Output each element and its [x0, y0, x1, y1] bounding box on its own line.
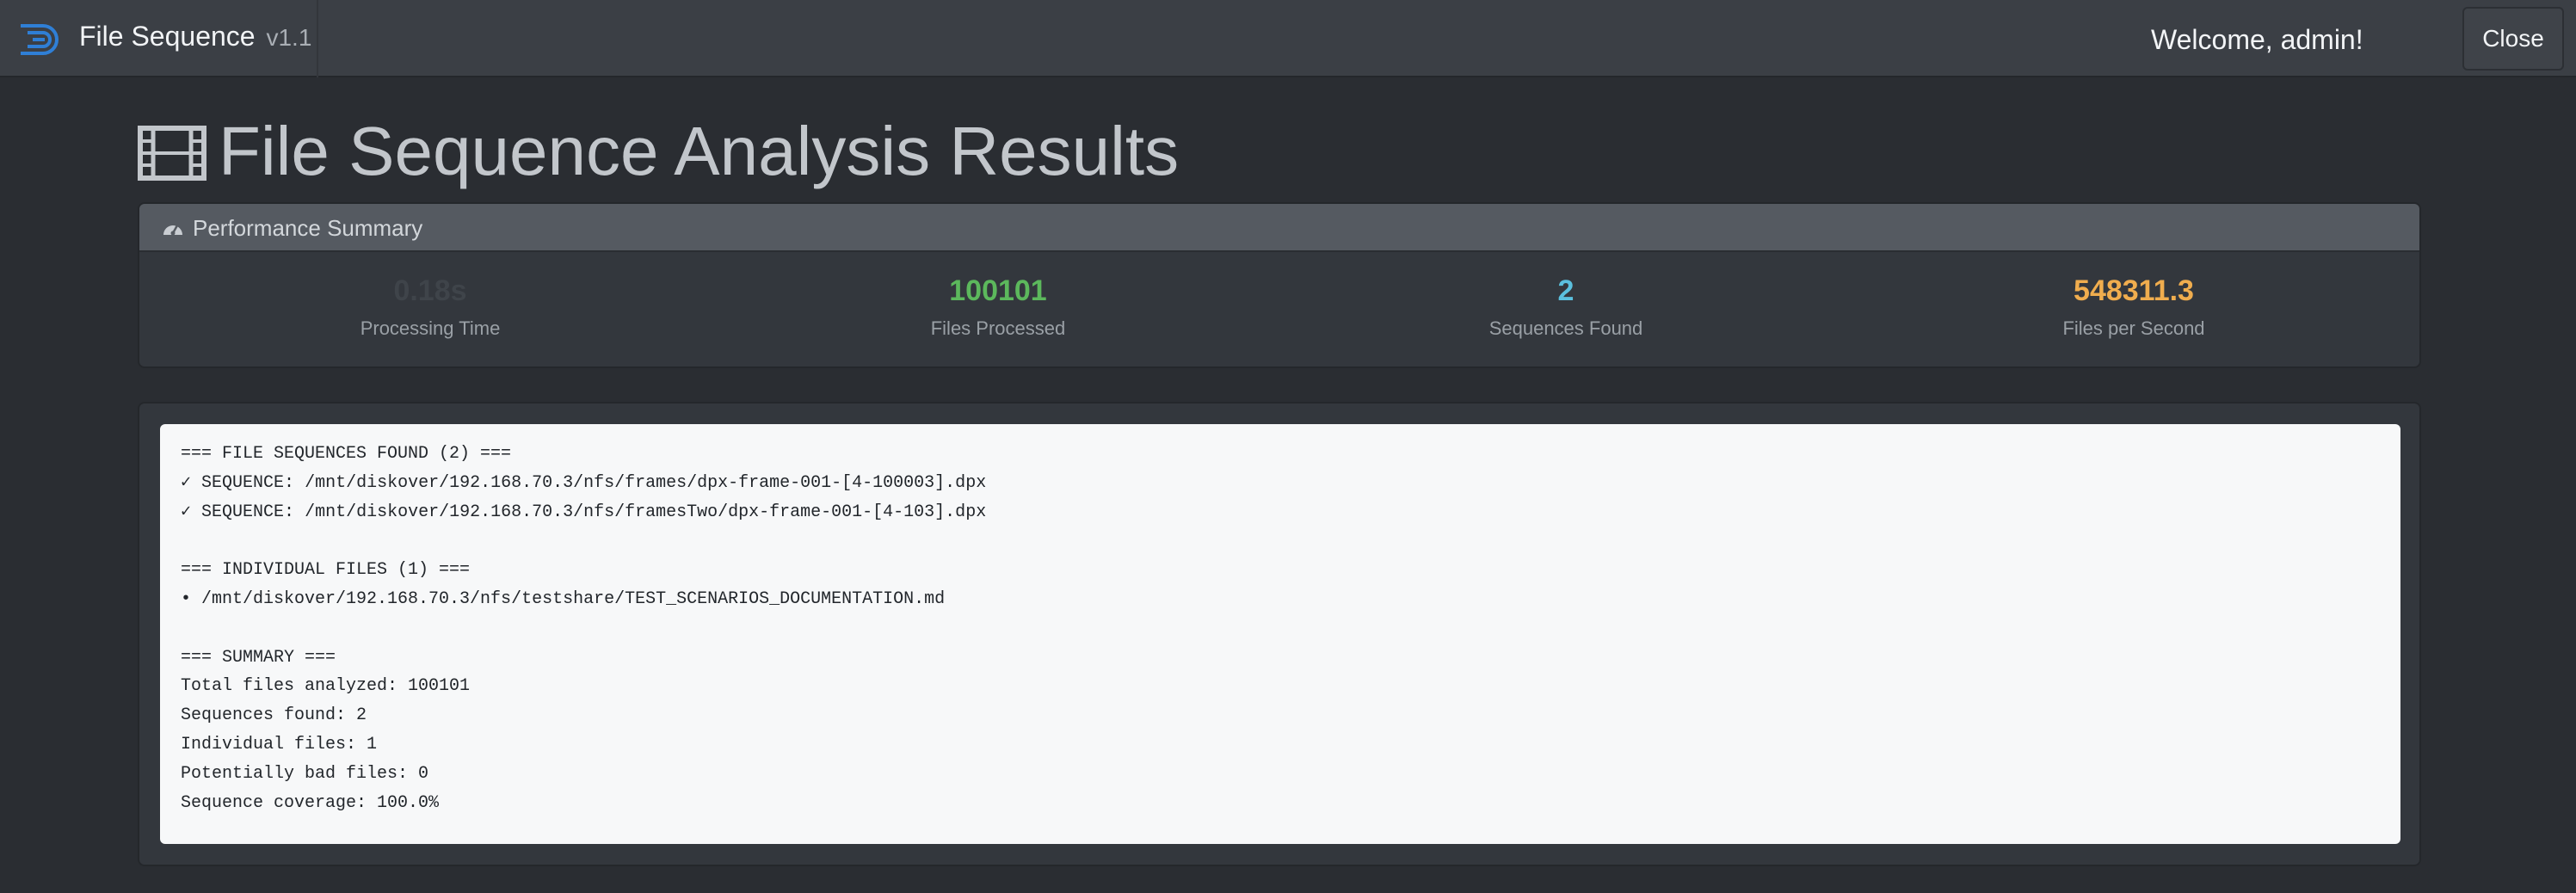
stat-value: 548311.3	[2074, 274, 2194, 307]
stat-files-processed: 100101 Files Processed	[826, 273, 1170, 340]
result-line: Individual files: 1	[181, 734, 378, 754]
stat-label: Sequences Found	[1488, 317, 1643, 339]
performance-summary-header: Performance Summary	[139, 204, 2419, 252]
performance-summary-title: Performance Summary	[193, 215, 423, 241]
brand[interactable]: File Sequence v1.1	[0, 0, 318, 77]
result-line: === INDIVIDUAL FILES (1) ===	[181, 560, 471, 581]
result-line: Sequence coverage: 100.0%	[181, 792, 440, 813]
stat-sequences-found: 2 Sequences Found	[1394, 273, 1738, 340]
stat-value: 2	[1557, 274, 1575, 307]
close-button[interactable]: Close	[2462, 7, 2564, 71]
stat-value: 100101	[949, 274, 1047, 307]
result-line: ✓ SEQUENCE: /mnt/diskover/192.168.70.3/n…	[181, 472, 987, 493]
result-line: === SUMMARY ===	[181, 647, 336, 668]
stat-value: 0.18s	[393, 274, 467, 307]
result-line: === FILE SEQUENCES FOUND (2) ===	[181, 444, 512, 464]
results-card: === FILE SEQUENCES FOUND (2) === ✓ SEQUE…	[138, 402, 2421, 866]
brand-title: File Sequence	[79, 21, 256, 52]
result-line: Potentially bad files: 0	[181, 763, 429, 784]
page-title-text: File Sequence Analysis Results	[219, 113, 1180, 189]
stat-label: Files Processed	[930, 317, 1066, 339]
brand-version: v1.1	[266, 24, 312, 51]
result-line: • /mnt/diskover/192.168.70.3/nfs/testsha…	[181, 588, 946, 609]
stat-processing-time: 0.18s Processing Time	[258, 273, 602, 340]
brand-name: File Sequence v1.1	[79, 21, 311, 52]
performance-summary-card: Performance Summary 0.18s Processing Tim…	[138, 202, 2421, 368]
gauge-icon	[163, 225, 182, 236]
result-line: Total files analyzed: 100101	[181, 676, 471, 697]
result-line: Sequences found: 2	[181, 705, 367, 726]
top-navbar: File Sequence v1.1 Welcome, admin! Close	[0, 0, 2576, 77]
logo-icon	[21, 24, 59, 55]
welcome-text: Welcome, admin!	[2151, 24, 2363, 55]
stat-files-per-second: 548311.3 Files per Second	[1962, 273, 2306, 340]
result-line	[181, 614, 2380, 644]
film-icon	[138, 126, 206, 181]
result-line: ✓ SEQUENCE: /mnt/diskover/192.168.70.3/n…	[181, 502, 987, 522]
stat-label: Processing Time	[360, 317, 501, 339]
results-output[interactable]: === FILE SEQUENCES FOUND (2) === ✓ SEQUE…	[160, 424, 2400, 844]
stat-label: Files per Second	[2062, 317, 2205, 339]
result-line	[181, 527, 2380, 556]
